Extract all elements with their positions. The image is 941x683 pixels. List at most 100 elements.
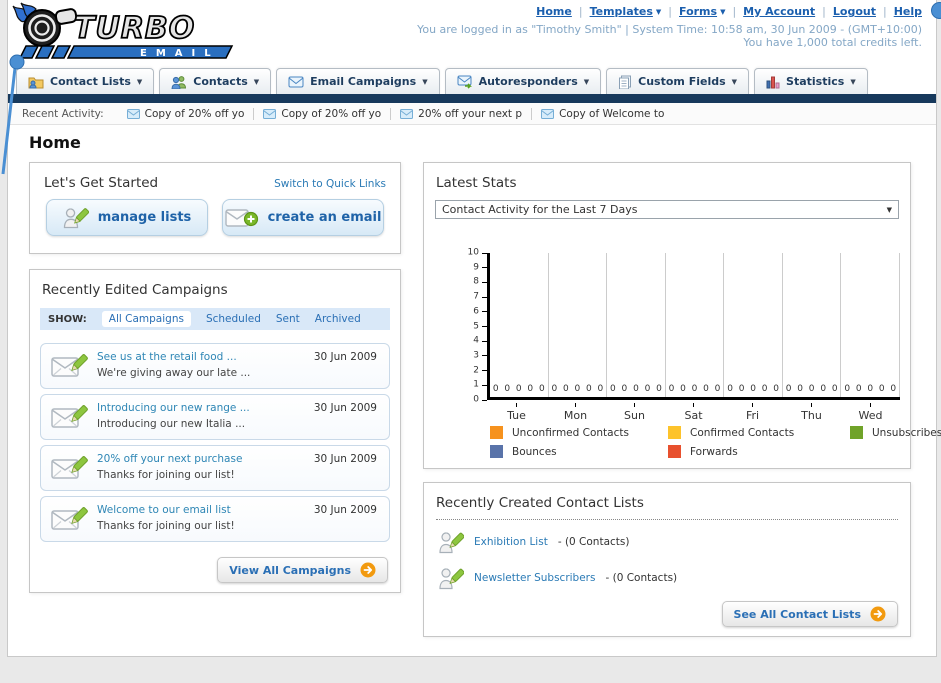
campaign-date: 30 Jun 2009 [313, 453, 377, 465]
latest-stats-panel: Latest Stats Contact Activity for the La… [423, 162, 941, 469]
bar-value-label: 0 [504, 384, 511, 394]
autoresponders-icon [457, 75, 472, 89]
campaign-title-link[interactable]: Introducing our new range ... [97, 402, 250, 414]
y-tick-label: 0 [473, 394, 479, 405]
contacts-icon [171, 75, 187, 89]
campaign-row[interactable]: See us at the retail food ... We're givin… [40, 343, 390, 389]
contact-activity-chart: 0 1 2 3 4 5 6 7 8 9 10 000000000000000000000000000… [424, 225, 910, 422]
manage-lists-button[interactable]: manage lists [46, 199, 208, 236]
campaign-list: See us at the retail food ... We're givin… [30, 330, 400, 542]
bar-value-label: 0 [597, 384, 604, 394]
top-link-templates[interactable]: Templates [590, 5, 653, 18]
top-nav-links: HomeTemplates▼Forms▼My AccountLogoutHelp [536, 5, 922, 18]
create-email-button[interactable]: create an email [222, 199, 384, 236]
bar-value-label: 0 [691, 384, 698, 394]
chart-day-group: 00000 [666, 253, 725, 397]
campaign-row[interactable]: 20% off your next purchase Thanks for joi… [40, 445, 390, 491]
tab-label: Custom Fields [638, 75, 726, 88]
recent-activity-item[interactable]: Copy of Welcome to [531, 107, 673, 120]
chart-legend: Unconfirmed Contacts Confirmed Contacts Un… [490, 426, 941, 458]
legend-item: Unsubscribes [850, 426, 941, 439]
tab-contact-lists[interactable]: Contact Lists ▼ [16, 68, 155, 94]
filter-sent[interactable]: Sent [276, 313, 300, 325]
chart-day-group: 00000 [783, 253, 842, 397]
campaign-subtitle: We're giving away our late ... [97, 367, 251, 379]
see-all-contact-lists-button[interactable]: See All Contact Lists [721, 601, 898, 627]
campaign-subtitle: Thanks for joining our list! [97, 520, 235, 532]
arrow-right-icon [870, 606, 886, 622]
recent-activity-item[interactable]: 20% off your next p [390, 107, 531, 120]
bar-value-label: 0 [562, 384, 569, 394]
chart-day-group: 00000 [724, 253, 783, 397]
top-link-my-account[interactable]: My Account [743, 5, 815, 18]
bar-value-label: 0 [738, 384, 745, 394]
x-tick-label: Mon [546, 403, 605, 422]
envelope-pencil-icon [51, 507, 88, 530]
chart-x-axis: Tue Mon Sun Sat Fri Thu Wed [487, 403, 900, 422]
recent-activity-item[interactable]: Copy of 20% off yo [118, 108, 254, 120]
tab-statistics[interactable]: Statistics ▼ [754, 68, 868, 94]
contact-list-count: - (0 Contacts) [605, 572, 678, 584]
custom-fields-icon [619, 75, 632, 89]
campaign-row[interactable]: Welcome to our email list Thanks for join… [40, 496, 390, 542]
x-tick-label: Tue [487, 403, 546, 422]
get-started-title: Let's Get Started [44, 175, 159, 191]
envelope-icon [126, 108, 140, 119]
x-tick-label: Fri [723, 403, 782, 422]
tab-label: Email Campaigns [310, 75, 417, 88]
y-tick-label: 5 [473, 321, 479, 331]
legend-item: Confirmed Contacts [668, 426, 850, 439]
bar-value-label: 0 [867, 384, 874, 394]
filter-archived[interactable]: Archived [315, 313, 361, 325]
legend-label: Unconfirmed Contacts [512, 426, 629, 439]
tab-custom-fields[interactable]: Custom Fields ▼ [606, 68, 750, 94]
legend-swatch [850, 426, 863, 439]
bar-value-label: 0 [668, 384, 675, 394]
switch-quick-links-link[interactable]: Switch to Quick Links [274, 178, 386, 190]
contact-list-link[interactable]: Exhibition List [474, 536, 548, 548]
campaign-title-link[interactable]: Welcome to our email list [97, 504, 231, 516]
legend-swatch [668, 445, 681, 458]
bar-value-label: 0 [761, 384, 768, 394]
filter-scheduled[interactable]: Scheduled [206, 313, 261, 325]
stats-select-value: Contact Activity for the Last 7 Days [442, 203, 638, 216]
legend-item: Bounces [490, 445, 668, 458]
bar-value-label: 0 [750, 384, 756, 394]
contact-list-item: Exhibition List - (0 Contacts) [438, 524, 896, 560]
legend-swatch [490, 426, 503, 439]
top-link-logout[interactable]: Logout [833, 5, 876, 18]
envelope-icon [400, 108, 414, 119]
top-link-help[interactable]: Help [894, 5, 922, 18]
tab-contacts[interactable]: Contacts ▼ [159, 68, 272, 94]
campaign-row[interactable]: Introducing our new range ... Introducing… [40, 394, 390, 440]
bar-value-label: 0 [574, 384, 581, 394]
bar-value-label: 0 [703, 384, 709, 394]
top-link-home[interactable]: Home [536, 5, 572, 18]
activity-item-label: Copy of Welcome to [559, 107, 665, 120]
campaign-title-link[interactable]: 20% off your next purchase [97, 453, 242, 465]
contact-list-link[interactable]: Newsletter Subscribers [474, 572, 595, 584]
tab-email-campaigns[interactable]: Email Campaigns ▼ [276, 68, 440, 94]
campaign-filter-bar: SHOW: All Campaigns Scheduled Sent Archi… [40, 308, 390, 330]
recent-activity-item[interactable]: Copy of 20% off yo [253, 107, 390, 120]
view-all-campaigns-button[interactable]: View All Campaigns [217, 557, 388, 583]
contact-list-item: Newsletter Subscribers - (0 Contacts) [438, 560, 896, 596]
chart-day-group: 00000 [841, 253, 901, 397]
activity-item-label: 20% off your next p [418, 107, 523, 120]
top-link-forms[interactable]: Forms [679, 5, 717, 18]
campaign-subtitle: Thanks for joining our list! [97, 469, 235, 481]
latest-stats-title: Latest Stats [436, 175, 517, 191]
page-title: Home [29, 133, 81, 152]
tab-autoresponders[interactable]: Autoresponders ▼ [444, 68, 602, 94]
bar-value-label: 0 [831, 384, 838, 394]
statistics-icon [766, 76, 780, 88]
campaign-title-link[interactable]: See us at the retail food ... [97, 351, 237, 363]
arrow-right-icon [360, 562, 376, 578]
main-nav-tabs: Contact Lists ▼ Contacts ▼ Email Campaigns… [16, 68, 868, 94]
bar-value-label: 0 [492, 384, 499, 394]
callout-pin-right [931, 2, 941, 19]
y-tick-label: 3 [473, 350, 479, 361]
filter-all-campaigns[interactable]: All Campaigns [101, 311, 191, 327]
stats-period-select[interactable]: Contact Activity for the Last 7 Days ▼ [435, 200, 899, 219]
campaigns-title: Recently Edited Campaigns [42, 282, 228, 298]
